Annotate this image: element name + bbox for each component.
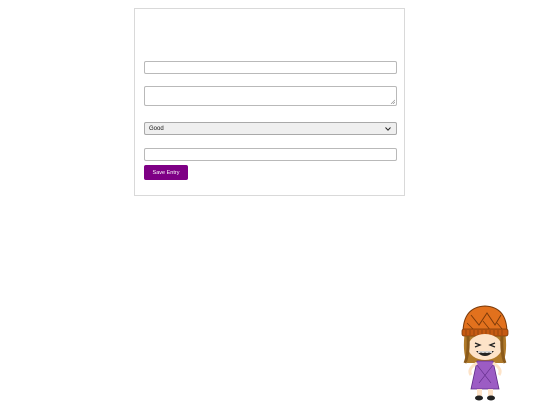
chevron-down-icon <box>383 124 393 134</box>
mascot-character-icon <box>461 305 509 401</box>
save-entry-button[interactable]: Save Entry <box>144 165 188 180</box>
notes-textarea[interactable] <box>144 86 397 106</box>
page: Good Save Entry <box>0 0 540 405</box>
rating-select[interactable]: Good <box>144 122 397 135</box>
entry-form-card: Good Save Entry <box>134 8 405 196</box>
resize-grip-icon[interactable] <box>390 99 395 104</box>
text-input-1[interactable] <box>144 61 397 74</box>
text-input-2[interactable] <box>144 148 397 161</box>
rating-select-value: Good <box>149 125 164 132</box>
